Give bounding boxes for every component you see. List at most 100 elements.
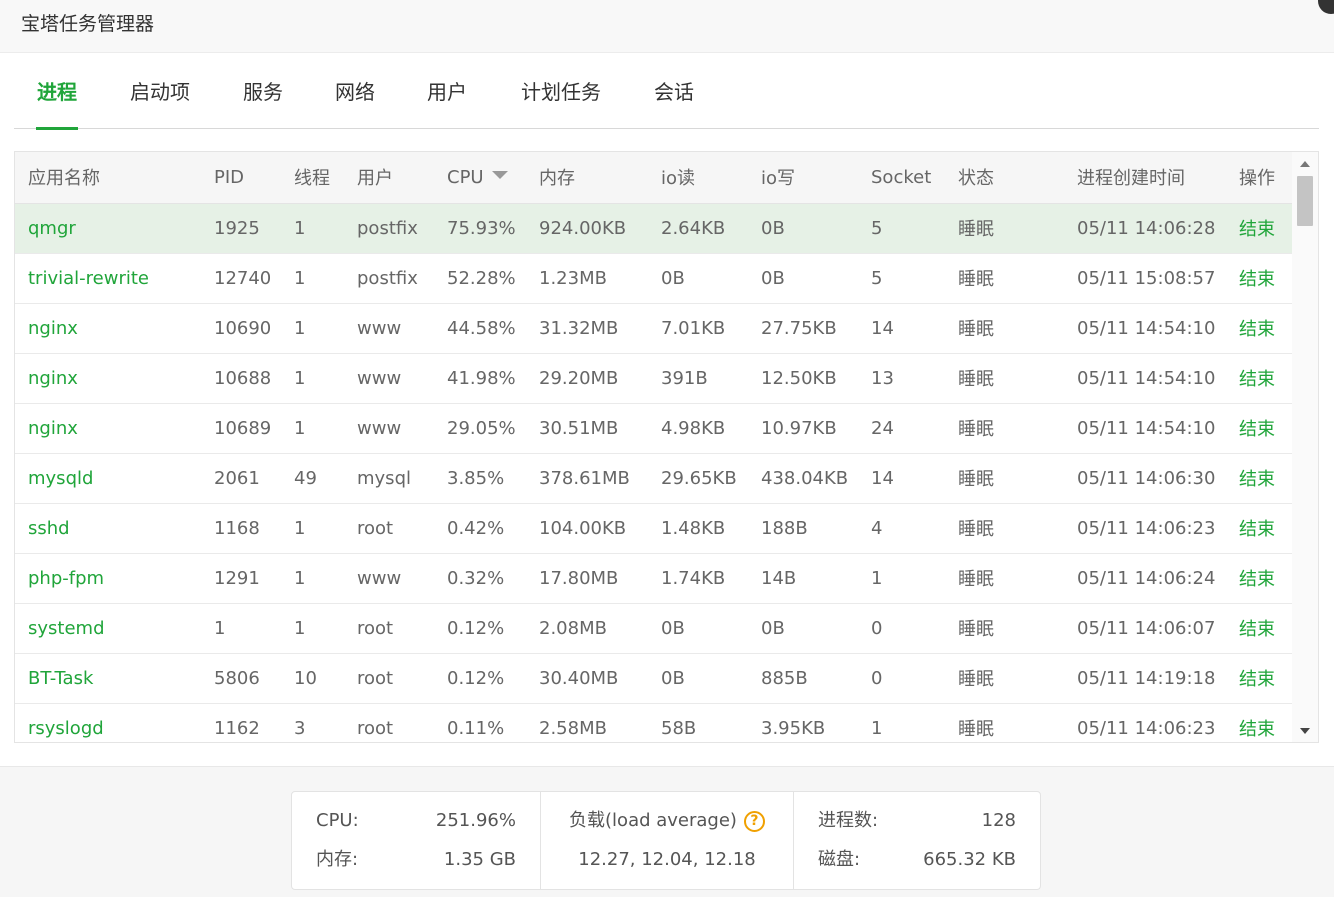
- col-header-name[interactable]: 应用名称: [15, 152, 201, 204]
- col-header-cpu-label: CPU: [447, 166, 484, 188]
- title-bar: 宝塔任务管理器: [0, 0, 1334, 53]
- col-header-created[interactable]: 进程创建时间: [1064, 152, 1226, 204]
- col-header-cpu[interactable]: CPU: [434, 152, 526, 204]
- col-header-memory[interactable]: 内存: [526, 152, 648, 204]
- cell-socket: 1: [858, 703, 945, 742]
- col-header-socket[interactable]: Socket: [858, 152, 945, 204]
- cell-memory: 1.23MB: [526, 253, 648, 304]
- table-row[interactable]: rsyslogd 1162 3 root 0.11% 2.58MB 58B 3.95KB 1 睡眠…: [15, 703, 1293, 742]
- table-row[interactable]: mysqld 2061 49 mysql 3.85% 378.61MB 29.65KB 438…: [15, 453, 1293, 504]
- scroll-thumb[interactable]: [1297, 176, 1313, 226]
- cell-status: 睡眠: [945, 603, 1064, 654]
- col-header-pid[interactable]: PID: [201, 152, 281, 204]
- cell-name: systemd: [15, 603, 201, 654]
- cell-user: root: [344, 603, 434, 654]
- stat-cpu: CPU: 251.96%: [292, 809, 540, 833]
- cell-name: trivial-rewrite: [15, 253, 201, 304]
- cell-status: 睡眠: [945, 303, 1064, 354]
- end-process-button[interactable]: 结束: [1226, 353, 1293, 404]
- cell-pid: 1168: [201, 503, 281, 554]
- cell-created: 05/11 14:06:28: [1064, 203, 1226, 254]
- table-row[interactable]: nginx 10689 1 www 29.05% 30.51MB 4.98KB 10.97KB…: [15, 403, 1293, 454]
- summary-panel: CPU: 251.96% 内存: 1.35 GB 负载(load average…: [291, 791, 1041, 890]
- col-header-io-write[interactable]: io写: [748, 152, 858, 204]
- cell-memory: 30.51MB: [526, 403, 648, 454]
- cell-threads: 1: [281, 553, 344, 604]
- end-process-button[interactable]: 结束: [1226, 203, 1293, 254]
- table-row[interactable]: sshd 1168 1 root 0.42% 104.00KB 1.48KB 188B 4 睡眠 0…: [15, 503, 1293, 554]
- cell-io-write: 10.97KB: [748, 403, 858, 454]
- cell-pid: 2061: [201, 453, 281, 504]
- cell-io-read: 7.01KB: [648, 303, 748, 354]
- end-process-button[interactable]: 结束: [1226, 253, 1293, 304]
- tab-startup[interactable]: 启动项: [128, 53, 192, 129]
- tab-network[interactable]: 网络: [334, 53, 376, 129]
- cell-status: 睡眠: [945, 203, 1064, 254]
- col-header-io-read[interactable]: io读: [648, 152, 748, 204]
- table-row[interactable]: systemd 1 1 root 0.12% 2.08MB 0B 0B 0 睡眠 05/11 14:…: [15, 603, 1293, 654]
- cell-memory: 30.40MB: [526, 653, 648, 704]
- cell-memory: 924.00KB: [526, 203, 648, 254]
- cell-memory: 17.80MB: [526, 553, 648, 604]
- end-process-button[interactable]: 结束: [1226, 503, 1293, 554]
- table-row[interactable]: nginx 10688 1 www 41.98% 29.20MB 391B 12.50KB 13…: [15, 353, 1293, 404]
- cell-cpu: 0.32%: [434, 553, 526, 604]
- cell-name: qmgr: [15, 203, 201, 254]
- end-process-button[interactable]: 结束: [1226, 303, 1293, 354]
- cell-socket: 0: [858, 603, 945, 654]
- end-process-button[interactable]: 结束: [1226, 403, 1293, 454]
- stat-disk: 磁盘: 665.32 KB: [794, 848, 1040, 872]
- table-row[interactable]: trivial-rewrite 12740 1 postfix 52.28% 1.23MB…: [15, 253, 1293, 304]
- tab-services[interactable]: 服务: [242, 53, 284, 129]
- tab-users[interactable]: 用户: [426, 53, 468, 129]
- cell-threads: 1: [281, 203, 344, 254]
- scroll-up-icon[interactable]: [1300, 161, 1310, 167]
- end-process-button[interactable]: 结束: [1226, 453, 1293, 504]
- cell-cpu: 41.98%: [434, 353, 526, 404]
- cell-memory: 104.00KB: [526, 503, 648, 554]
- col-header-threads[interactable]: 线程: [281, 152, 344, 204]
- table-scrollbar[interactable]: [1292, 152, 1318, 742]
- end-process-button[interactable]: 结束: [1226, 603, 1293, 654]
- end-process-button[interactable]: 结束: [1226, 703, 1293, 742]
- tab-scheduled-tasks[interactable]: 计划任务: [519, 53, 603, 129]
- cell-user: www: [344, 303, 434, 354]
- stat-col-load: 负载(load average)? 12.27, 12.04, 12.18: [540, 792, 793, 889]
- table-row[interactable]: qmgr 1925 1 postfix 75.93% 924.00KB 2.64KB 0B 5 睡…: [15, 203, 1293, 254]
- tab-processes[interactable]: 进程: [36, 53, 78, 130]
- cell-io-write: 438.04KB: [748, 453, 858, 504]
- cell-pid: 10690: [201, 303, 281, 354]
- cell-created: 05/11 14:19:18: [1064, 653, 1226, 704]
- table-body: qmgr 1925 1 postfix 75.93% 924.00KB 2.64KB 0B 5 睡…: [15, 203, 1293, 742]
- close-icon[interactable]: [1318, 0, 1334, 14]
- help-icon[interactable]: ?: [743, 811, 765, 832]
- end-process-button[interactable]: 结束: [1226, 653, 1293, 704]
- end-process-button[interactable]: 结束: [1226, 553, 1293, 604]
- col-header-status[interactable]: 状态: [945, 152, 1064, 204]
- stat-load-label: 负载(load average): [569, 810, 737, 831]
- cell-status: 睡眠: [945, 553, 1064, 604]
- col-header-user[interactable]: 用户: [344, 152, 434, 204]
- tab-sessions[interactable]: 会话: [653, 53, 695, 129]
- cell-user: www: [344, 553, 434, 604]
- cell-created: 05/11 14:06:23: [1064, 703, 1226, 742]
- table-row[interactable]: php-fpm 1291 1 www 0.32% 17.80MB 1.74KB 14B 1 睡眠 0…: [15, 553, 1293, 604]
- stat-processes-value: 128: [981, 810, 1016, 831]
- cell-io-write: 12.50KB: [748, 353, 858, 404]
- cell-name: nginx: [15, 303, 201, 354]
- cell-memory: 2.58MB: [526, 703, 648, 742]
- cell-io-write: 0B: [748, 253, 858, 304]
- cell-cpu: 0.12%: [434, 653, 526, 704]
- scroll-down-icon[interactable]: [1300, 728, 1310, 734]
- cell-status: 睡眠: [945, 353, 1064, 404]
- col-header-action: 操作: [1226, 152, 1293, 204]
- cell-threads: 1: [281, 503, 344, 554]
- cell-pid: 1925: [201, 203, 281, 254]
- cell-io-read: 391B: [648, 353, 748, 404]
- cell-threads: 1: [281, 303, 344, 354]
- cell-name: BT-Task: [15, 653, 201, 704]
- cell-io-write: 14B: [748, 553, 858, 604]
- cell-io-read: 58B: [648, 703, 748, 742]
- table-row[interactable]: nginx 10690 1 www 44.58% 31.32MB 7.01KB 27.75KB…: [15, 303, 1293, 354]
- table-row[interactable]: BT-Task 5806 10 root 0.12% 30.40MB 0B 885B 0 睡眠 05…: [15, 653, 1293, 704]
